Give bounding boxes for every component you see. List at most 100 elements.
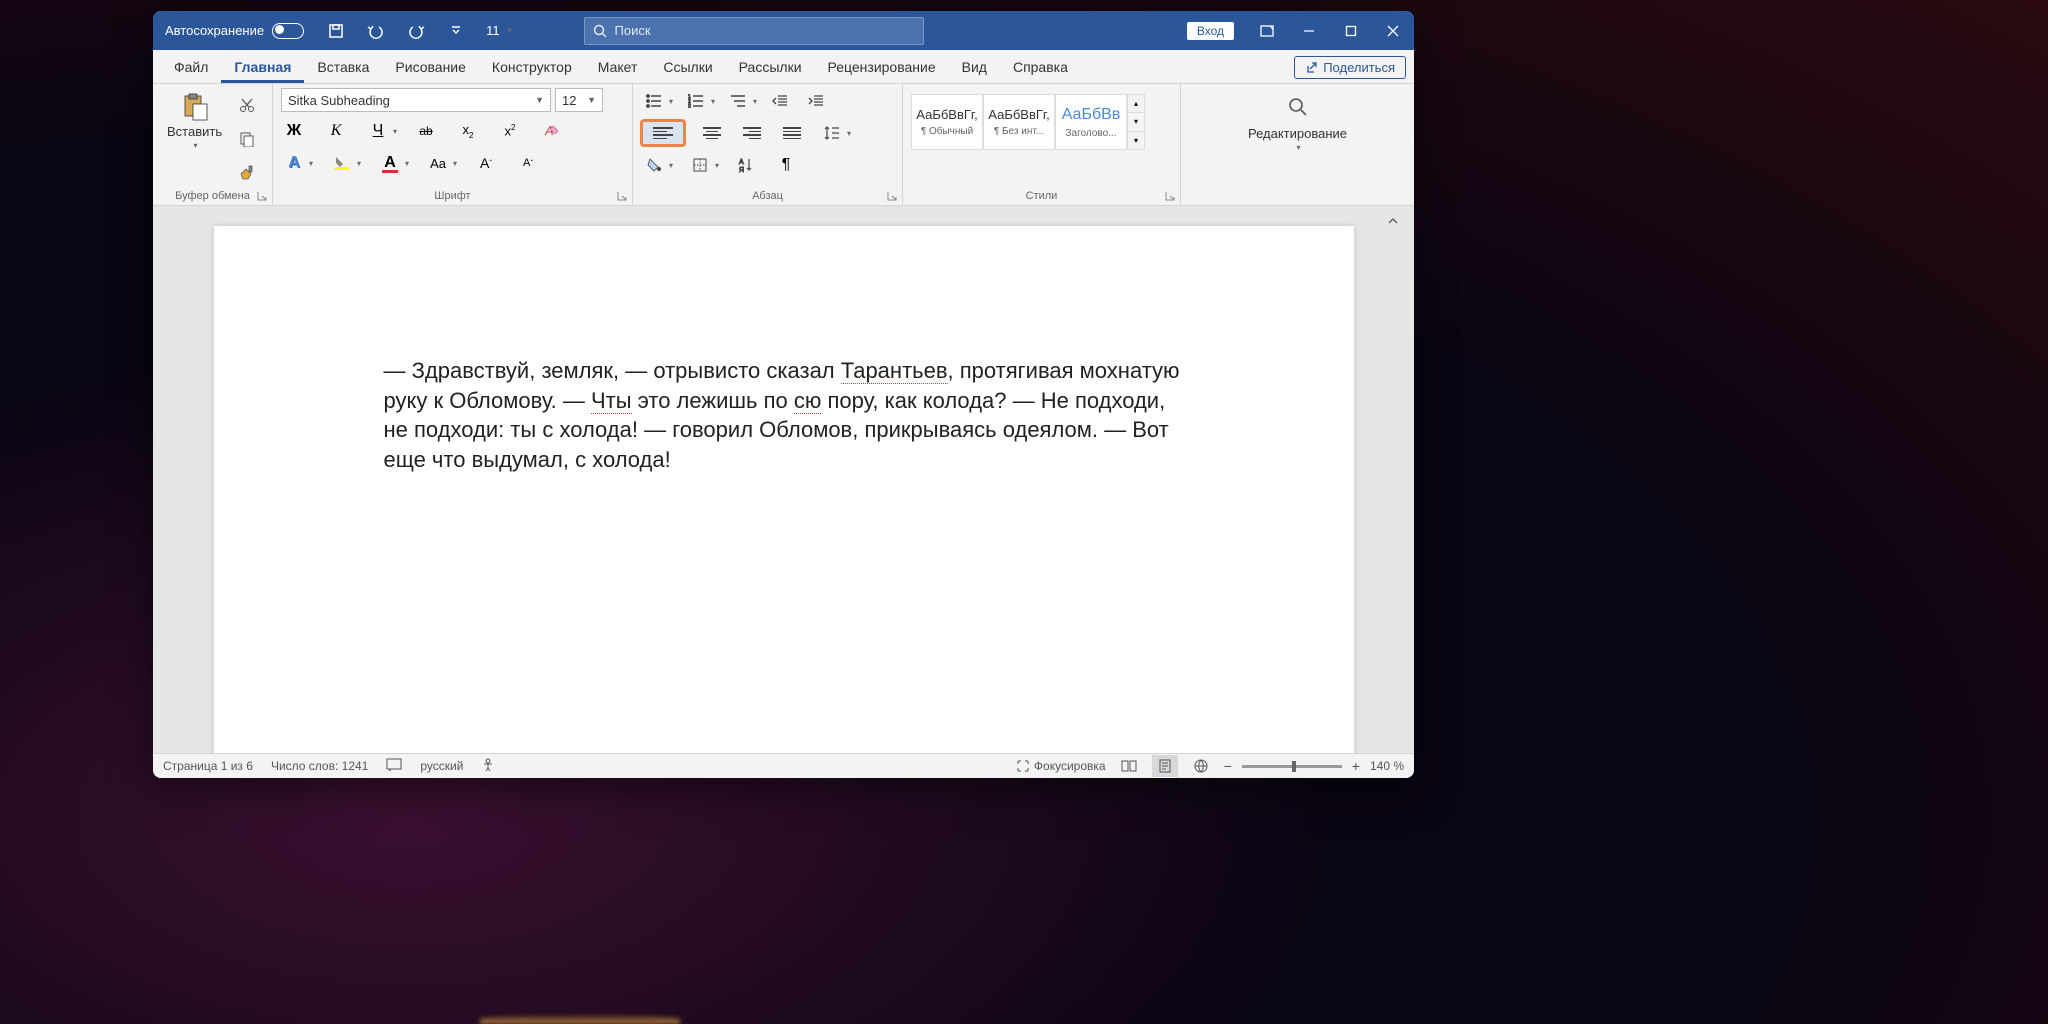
paste-label: Вставить: [167, 124, 222, 139]
chevron-down-icon: ▾: [194, 141, 198, 150]
spellcheck-status[interactable]: [386, 758, 402, 775]
language-status[interactable]: русский: [420, 759, 463, 773]
chevron-down-icon[interactable]: ▾: [309, 159, 313, 168]
style-normal[interactable]: АаБбВвГг, ¶ Обычный: [911, 94, 983, 150]
chevron-down-icon[interactable]: ▾: [405, 159, 409, 168]
tab-help[interactable]: Справка: [1000, 52, 1081, 83]
undo-button[interactable]: [356, 11, 396, 50]
zoom-out-button[interactable]: −: [1224, 758, 1232, 774]
styles-gallery-expand[interactable]: ▴ ▾ ▾: [1127, 94, 1145, 150]
font-size-combo[interactable]: 12 ▼: [555, 88, 603, 112]
chevron-down-icon[interactable]: ▾: [715, 161, 719, 170]
justify-button[interactable]: [779, 120, 805, 146]
bold-button[interactable]: Ж: [281, 118, 307, 144]
tab-references[interactable]: Ссылки: [650, 52, 725, 83]
font-color-button[interactable]: A: [377, 150, 403, 176]
document-text[interactable]: — Здравствуй, земляк, — отрывисто сказал…: [384, 356, 1184, 475]
font-launcher[interactable]: [616, 190, 628, 202]
redo-button[interactable]: [396, 11, 436, 50]
align-left-button[interactable]: [641, 120, 685, 146]
chevron-down-icon[interactable]: ▾: [753, 97, 757, 106]
highlight-button[interactable]: [329, 150, 355, 176]
chevron-down-icon[interactable]: ▾: [669, 97, 673, 106]
line-spacing-button[interactable]: [819, 120, 845, 146]
ribbon-display-options[interactable]: [1246, 11, 1288, 50]
tab-insert[interactable]: Вставка: [304, 52, 382, 83]
superscript-button[interactable]: x: [497, 118, 523, 144]
format-painter-button[interactable]: [234, 160, 260, 186]
clipboard-launcher[interactable]: [256, 190, 268, 202]
tab-design[interactable]: Конструктор: [479, 52, 585, 83]
font-name-value: Sitka Subheading: [288, 93, 390, 108]
grow-font-button[interactable]: Aˆ: [473, 150, 499, 176]
chevron-down-icon[interactable]: ▾: [669, 161, 673, 170]
align-center-button[interactable]: [699, 120, 725, 146]
numbering-button[interactable]: 123: [683, 88, 709, 114]
zoom-level[interactable]: 140 %: [1370, 759, 1404, 773]
tab-file[interactable]: Файл: [161, 52, 221, 83]
search-box[interactable]: Поиск: [584, 17, 924, 45]
web-layout-button[interactable]: [1188, 755, 1214, 777]
tab-mailings[interactable]: Рассылки: [726, 52, 815, 83]
word-count-status[interactable]: Число слов: 1241: [271, 759, 368, 773]
strikethrough-button[interactable]: ab: [413, 118, 439, 144]
chevron-down-icon[interactable]: ▾: [711, 97, 715, 106]
shrink-font-button[interactable]: Aˇ: [515, 150, 541, 176]
save-button[interactable]: [316, 11, 356, 50]
clear-formatting-button[interactable]: A: [539, 118, 565, 144]
tab-view[interactable]: Вид: [949, 52, 1000, 83]
spelling-error[interactable]: Тарантьев: [841, 358, 948, 384]
chevron-down-icon[interactable]: ▾: [847, 129, 851, 138]
shading-button[interactable]: [641, 152, 667, 178]
styles-launcher[interactable]: [1164, 190, 1176, 202]
decrease-indent-button[interactable]: [767, 88, 793, 114]
sort-button[interactable]: AЯ: [733, 152, 759, 178]
show-marks-button[interactable]: ¶: [773, 152, 799, 178]
title-dropdown-icon[interactable]: ▼: [506, 26, 514, 35]
print-layout-button[interactable]: [1152, 755, 1178, 777]
editing-button[interactable]: Редактирование ▾: [1238, 88, 1357, 160]
tab-home[interactable]: Главная: [221, 52, 304, 83]
spelling-error[interactable]: Чты: [591, 388, 632, 414]
zoom-slider[interactable]: [1242, 765, 1342, 768]
align-right-button[interactable]: [739, 120, 765, 146]
share-button[interactable]: Поделиться: [1294, 56, 1406, 79]
maximize-button[interactable]: [1330, 11, 1372, 50]
increase-indent-button[interactable]: [803, 88, 829, 114]
minimize-button[interactable]: [1288, 11, 1330, 50]
chevron-down-icon[interactable]: ▾: [357, 159, 361, 168]
borders-button[interactable]: [687, 152, 713, 178]
page-number-status[interactable]: Страница 1 из 6: [163, 759, 253, 773]
paragraph-launcher[interactable]: [886, 190, 898, 202]
text-effects-button[interactable]: A: [281, 150, 307, 176]
zoom-in-button[interactable]: +: [1352, 758, 1360, 774]
change-case-button[interactable]: Aa: [425, 150, 451, 176]
read-mode-button[interactable]: [1116, 755, 1142, 777]
collapse-ribbon-button[interactable]: [1384, 212, 1402, 230]
cut-button[interactable]: [234, 92, 260, 118]
style-no-spacing[interactable]: АаБбВвГг, ¶ Без инт...: [983, 94, 1055, 150]
signin-button[interactable]: Вход: [1187, 22, 1234, 40]
document-area[interactable]: — Здравствуй, земляк, — отрывисто сказал…: [153, 206, 1414, 753]
font-name-combo[interactable]: Sitka Subheading ▼: [281, 88, 551, 112]
style-heading1[interactable]: АаБбВв Заголово...: [1055, 94, 1127, 150]
close-button[interactable]: [1372, 11, 1414, 50]
search-icon: [1287, 96, 1309, 118]
subscript-button[interactable]: x: [455, 118, 481, 144]
copy-button[interactable]: [234, 126, 260, 152]
bullets-button[interactable]: [641, 88, 667, 114]
tab-draw[interactable]: Рисование: [382, 52, 479, 83]
underline-button[interactable]: Ч: [365, 118, 391, 144]
chevron-down-icon[interactable]: ▾: [453, 159, 457, 168]
chevron-down-icon[interactable]: ▾: [393, 127, 397, 136]
tab-review[interactable]: Рецензирование: [815, 52, 949, 83]
accessibility-status[interactable]: [481, 758, 495, 775]
autosave-toggle[interactable]: Автосохранение: [153, 23, 316, 39]
spelling-error[interactable]: сю: [794, 388, 822, 414]
qat-customize[interactable]: [436, 11, 476, 50]
multilevel-list-button[interactable]: [725, 88, 751, 114]
tab-layout[interactable]: Макет: [585, 52, 651, 83]
focus-mode-button[interactable]: Фокусировка: [1016, 759, 1106, 773]
italic-button[interactable]: К: [323, 118, 349, 144]
paste-button[interactable]: Вставить ▾: [161, 88, 228, 154]
